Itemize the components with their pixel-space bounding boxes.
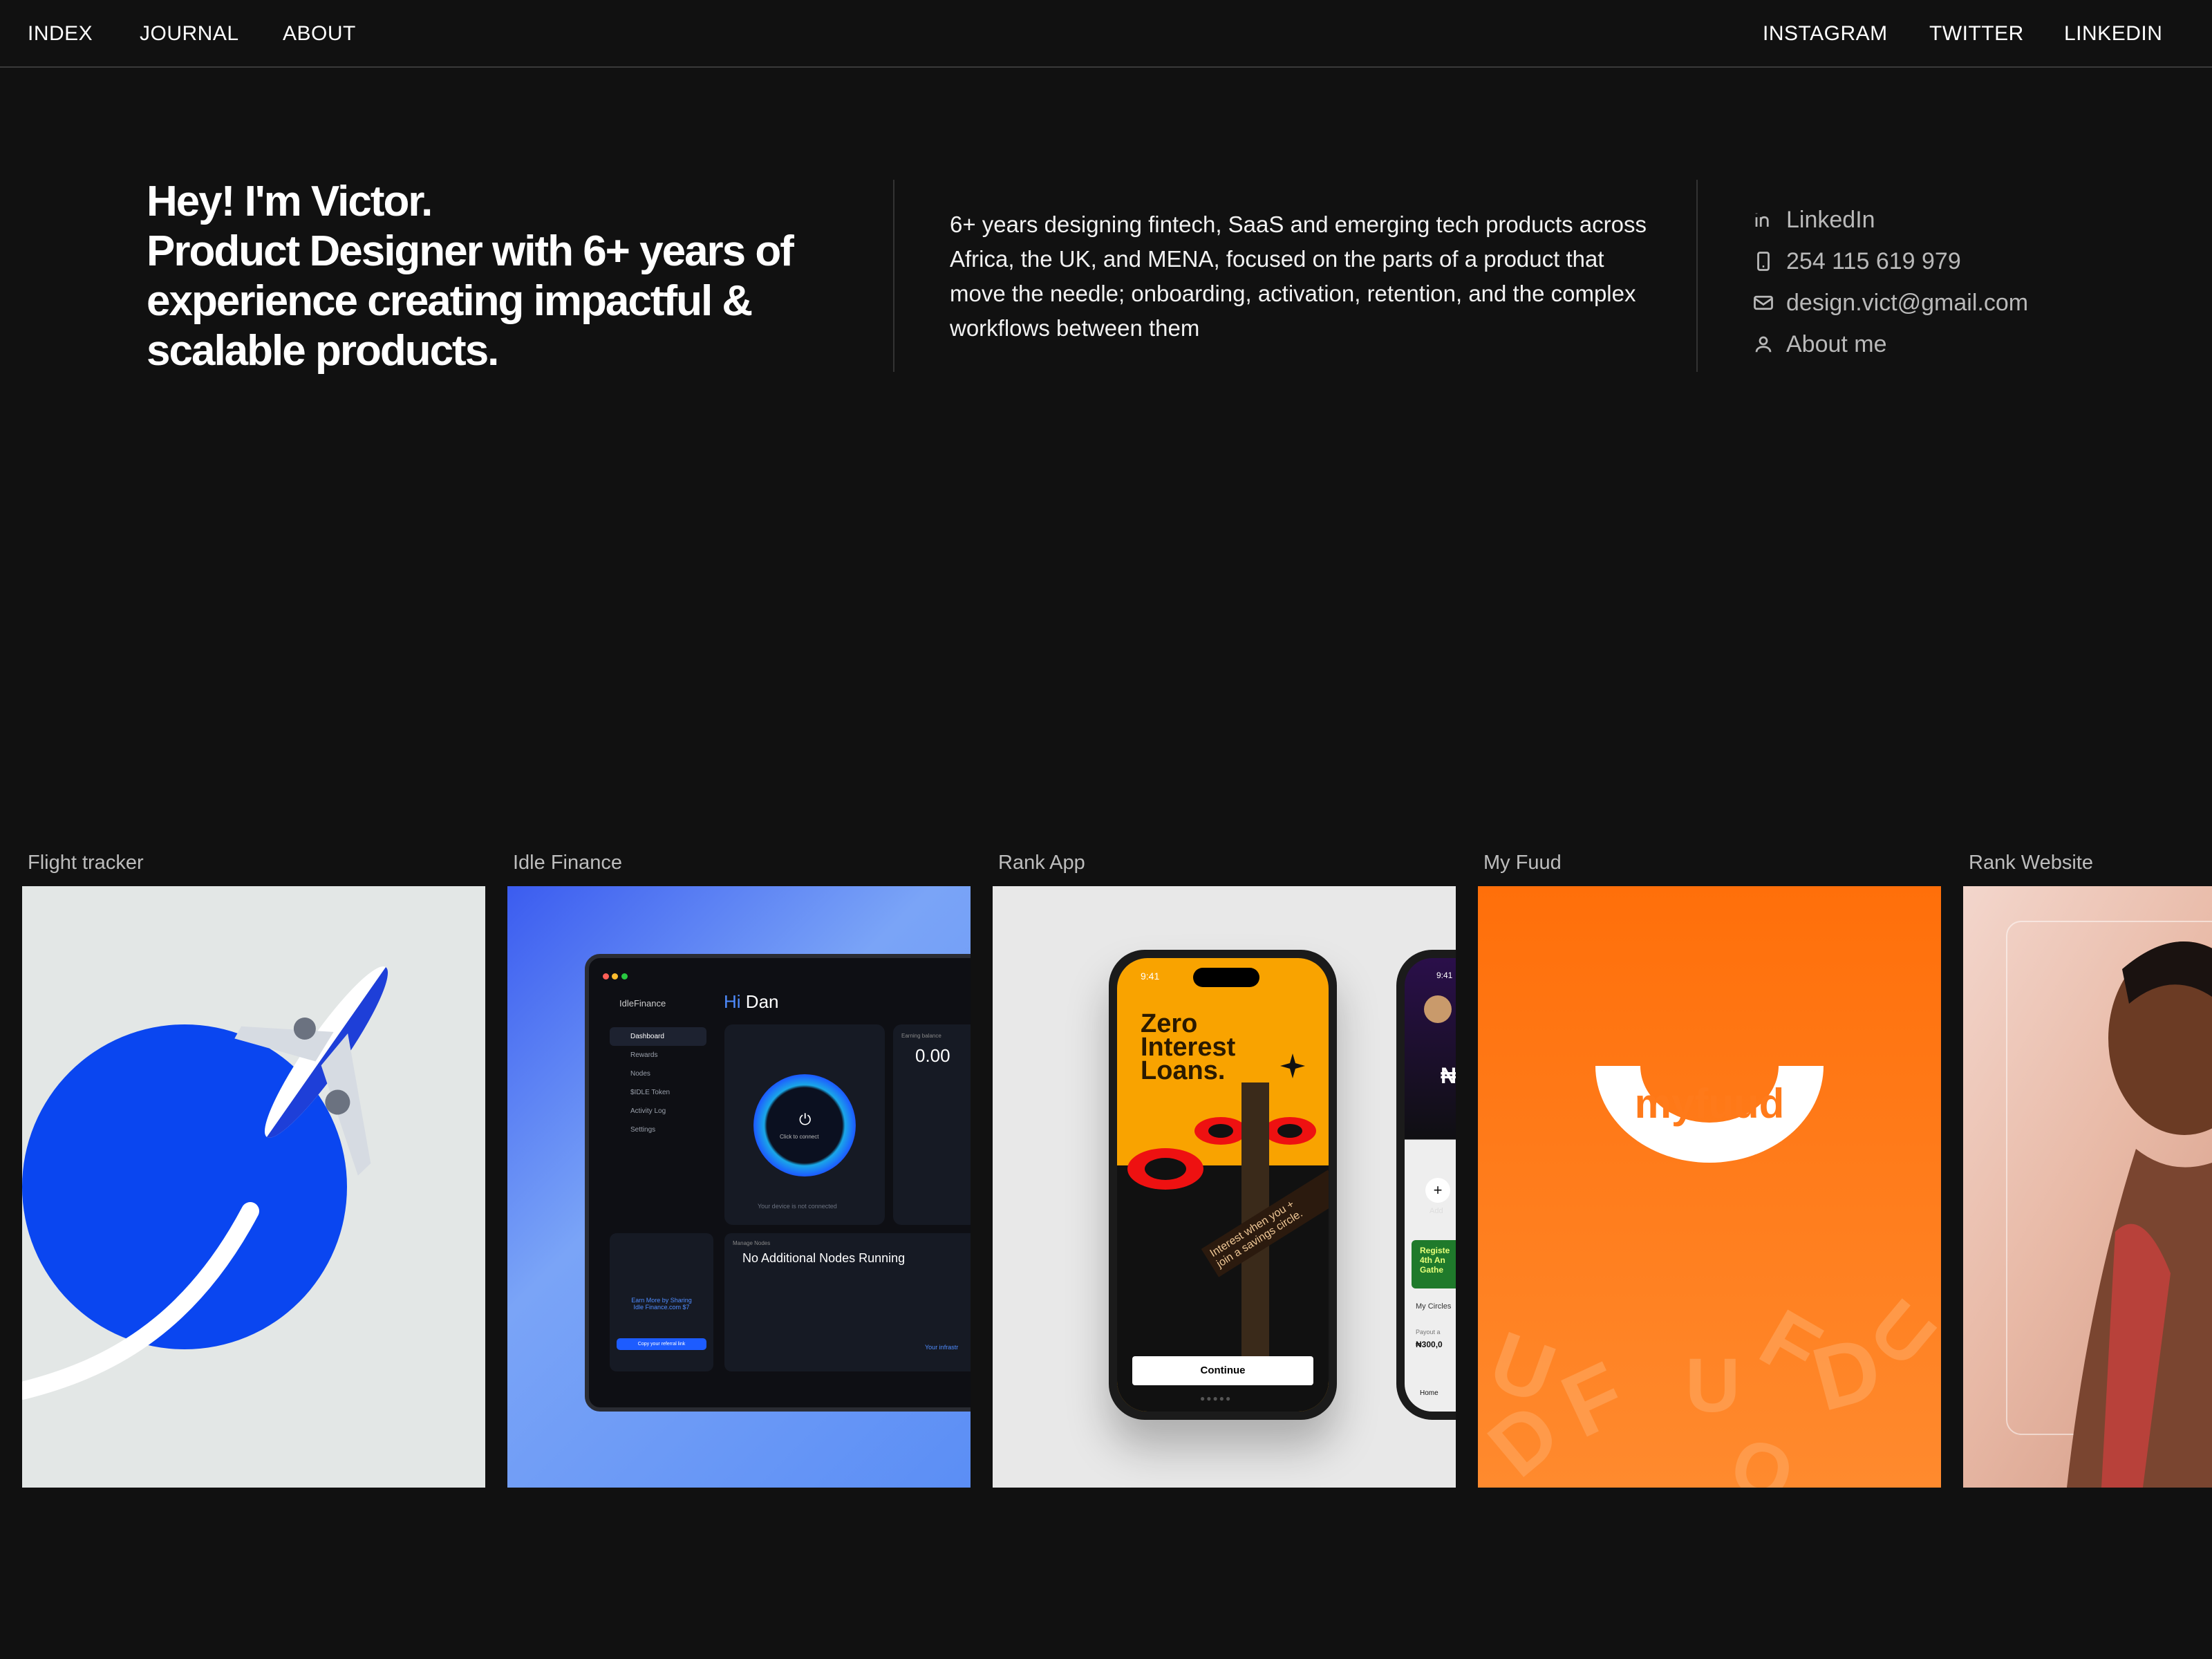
contact-about[interactable]: About me <box>1753 324 2028 365</box>
user-icon <box>1755 336 1772 353</box>
green-card-line: Registe <box>1420 1246 1450 1255</box>
myfuud-logo: myfuud U F U F D U D O <box>1478 1066 1941 1488</box>
project-card-idle-finance[interactable]: IdleFinance Hi Dan Dashboard Rewards Nod… <box>507 886 971 1488</box>
green-card-line: Gathe <box>1420 1265 1444 1275</box>
connect-label: Click to connect <box>780 1134 819 1140</box>
project-label-rank-website: Rank Website <box>1969 852 2093 874</box>
menu-rewards[interactable]: Rewards <box>610 1046 706 1065</box>
divider <box>893 180 894 372</box>
contact-label: design.vict@gmail.com <box>1786 289 2029 316</box>
phone-mockup: 9:41 Zero Interest Loans. Interest when … <box>1109 950 1337 1420</box>
menu-nodes[interactable]: Nodes <box>610 1065 706 1083</box>
project-card-rank-website[interactable] <box>1963 886 2212 1488</box>
balance-amount: ₦9 <box>1441 1063 1456 1088</box>
project-label-myfuud: My Fuud <box>1483 852 1562 874</box>
hero-headline: Product Designer with 6+ years of experi… <box>147 227 794 375</box>
linkedin-icon <box>1755 213 1769 227</box>
contact-label: LinkedIn <box>1786 206 1875 233</box>
hero-greeting: Hey! I'm Victor. <box>147 178 433 225</box>
page-dots: ●●●●● <box>1200 1394 1232 1403</box>
top-nav: INDEX JOURNAL ABOUT INSTAGRAM TWITTER LI… <box>0 0 2212 68</box>
continue-button[interactable]: Continue <box>1132 1356 1313 1385</box>
flight-illustration <box>22 966 388 1400</box>
not-connected-label: Your device is not connected <box>758 1203 837 1210</box>
nav-linkedin[interactable]: LINKEDIN <box>2064 22 2162 46</box>
project-label-rank-app: Rank App <box>998 852 1085 874</box>
menu-dashboard[interactable]: Dashboard <box>610 1027 706 1046</box>
laptop-mockup: IdleFinance Hi Dan Dashboard Rewards Nod… <box>585 954 971 1412</box>
contact-linkedin[interactable]: LinkedIn <box>1753 199 2028 241</box>
payout-amount: ₦300,0 <box>1416 1340 1443 1349</box>
promo-line-2: Idle Finance.com $7 <box>633 1304 690 1311</box>
earning-panel: Earning balance 0.00 <box>893 1024 971 1225</box>
logo-text: myfuud <box>1635 1080 1785 1127</box>
contact-label: About me <box>1786 330 1887 357</box>
status-time-2: 9:41 <box>1436 971 1453 980</box>
project-card-flight-tracker[interactable] <box>22 886 485 1488</box>
app-name: IdleFinance <box>619 998 666 1009</box>
nodes-status: No Additional Nodes Running <box>742 1251 906 1265</box>
contact-label: 254 115 619 979 <box>1786 247 1961 274</box>
power-icon: ⏻ <box>799 1111 812 1128</box>
green-card: Registe 4th An Gathe <box>1412 1240 1456 1288</box>
greeting-name: Dan <box>745 991 779 1012</box>
payout-label: Payout a <box>1416 1329 1441 1335</box>
portrait-illustration <box>2067 941 2212 1488</box>
menu-settings[interactable]: Settings <box>610 1121 706 1139</box>
project-label-idle: Idle Finance <box>513 852 622 874</box>
my-circles: My Circles <box>1416 1302 1452 1311</box>
divider <box>1696 180 1698 372</box>
mail-icon <box>1754 295 1773 310</box>
promo-line-1: Earn More by Sharing <box>631 1297 692 1304</box>
menu-activity-log[interactable]: Activity Log <box>610 1102 706 1121</box>
green-card-line: 4th An <box>1420 1255 1445 1265</box>
menu-idle-token[interactable]: $IDLE Token <box>610 1083 706 1102</box>
avatar <box>1424 995 1452 1023</box>
contact-list: LinkedIn 254 115 619 979 design.vict@gma… <box>1753 199 2028 365</box>
promo-panel: Earn More by Sharing Idle Finance.com $7… <box>610 1233 713 1371</box>
project-label-flight: Flight tracker <box>28 852 144 874</box>
svg-text:O: O <box>1723 1421 1801 1488</box>
svg-text:U: U <box>1685 1343 1740 1428</box>
nodes-panel: Manage Nodes No Additional Nodes Running… <box>724 1233 971 1371</box>
nav-twitter[interactable]: TWITTER <box>1929 22 2024 46</box>
earning-value: 0.00 <box>915 1045 950 1066</box>
add-button[interactable]: + <box>1425 1178 1450 1203</box>
connect-panel: ⏻ Click to connect Your device is not co… <box>724 1024 885 1225</box>
manage-label: Manage Nodes <box>733 1240 771 1246</box>
project-card-myfuud[interactable]: myfuud U F U F D U D O <box>1478 886 1941 1488</box>
project-card-rank-app[interactable]: 9:41 Zero Interest Loans. Interest when … <box>993 886 1456 1488</box>
nav-index[interactable]: INDEX <box>28 22 93 46</box>
infra-label: Your infrastr <box>925 1344 959 1351</box>
phone-icon <box>1757 252 1770 271</box>
nav-instagram[interactable]: INSTAGRAM <box>1763 22 1888 46</box>
greeting-hi: Hi <box>724 991 741 1012</box>
bio-text: 6+ years designing fintech, SaaS and eme… <box>950 212 1647 341</box>
contact-email[interactable]: design.vict@gmail.com <box>1753 282 2028 324</box>
contact-phone[interactable]: 254 115 619 979 <box>1753 241 2028 282</box>
promo-button[interactable]: Copy your referral link <box>617 1338 706 1350</box>
loan-illustration <box>1117 1053 1329 1412</box>
home-label[interactable]: Home <box>1420 1389 1438 1397</box>
nav-about[interactable]: ABOUT <box>283 22 356 46</box>
earning-label: Earning balance <box>901 1033 941 1039</box>
add-label: Add <box>1430 1207 1443 1215</box>
nav-journal[interactable]: JOURNAL <box>140 22 239 46</box>
sidebar-menu: Dashboard Rewards Nodes $IDLE Token Acti… <box>610 1027 706 1139</box>
hero-title: Hey! I'm Victor. Product Designer with 6… <box>147 177 852 376</box>
phone-mockup-secondary: 9:41 ₦9 + Add Registe 4th An Gathe My Ci… <box>1396 950 1456 1420</box>
